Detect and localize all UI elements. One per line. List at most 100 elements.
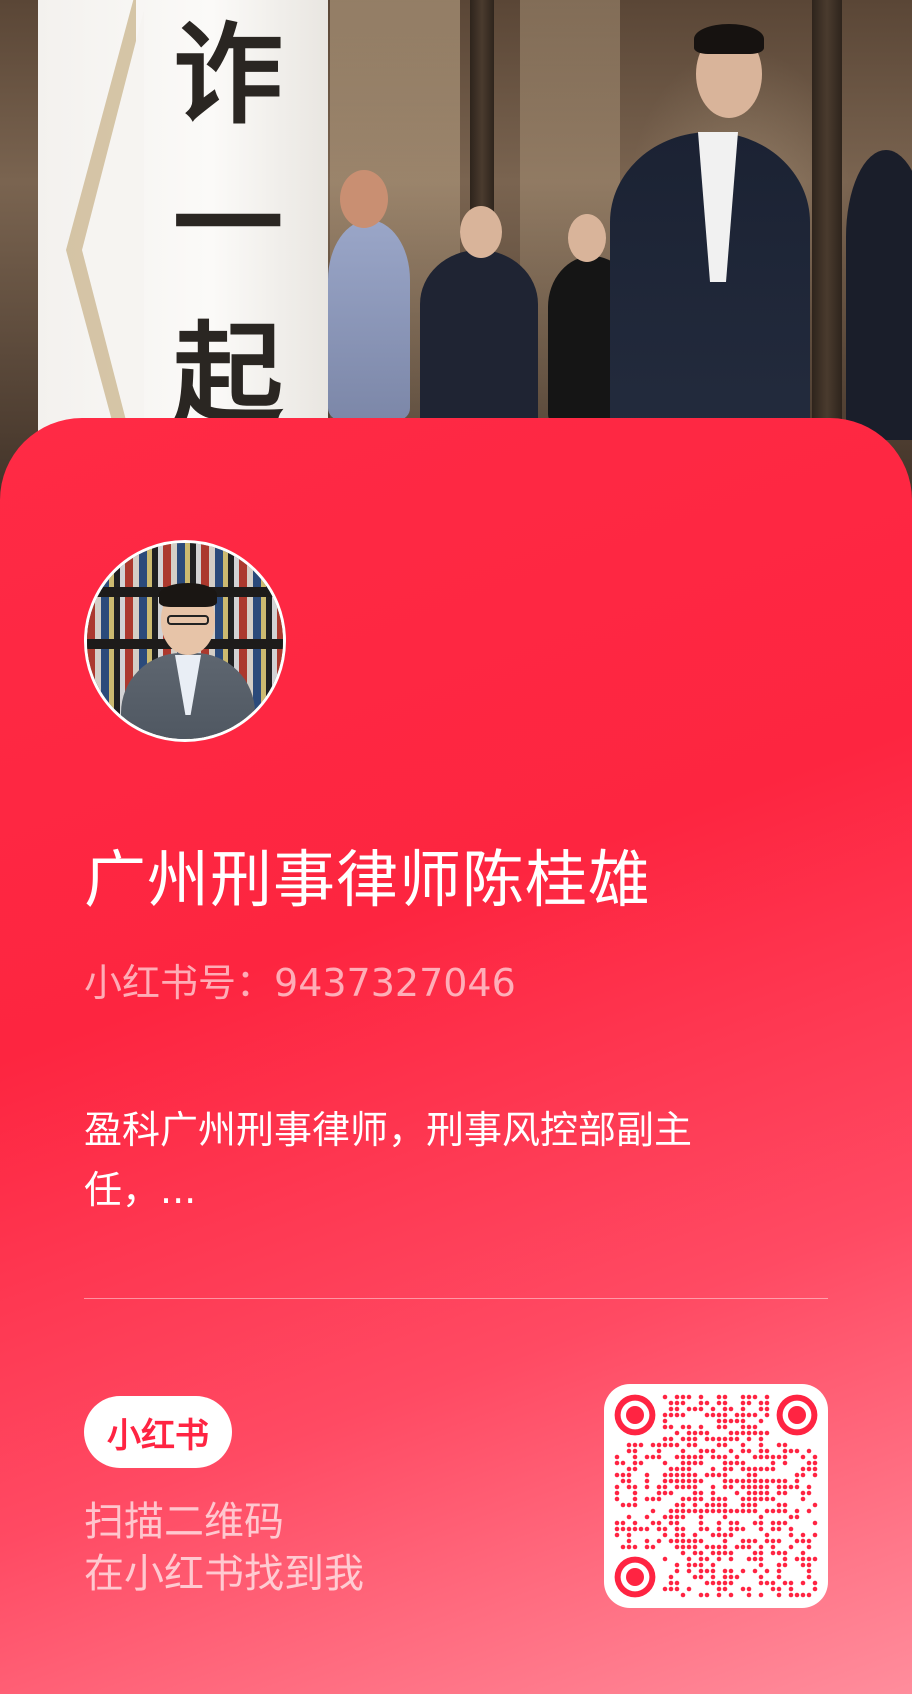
qr-dot — [686, 1496, 692, 1502]
qr-dot — [728, 1550, 734, 1556]
qr-dot — [734, 1460, 740, 1466]
qr-dot — [716, 1472, 722, 1478]
qr-dot — [686, 1472, 692, 1478]
qr-dot — [746, 1538, 752, 1544]
qr-dot — [686, 1478, 692, 1484]
qr-dot — [692, 1544, 698, 1550]
qr-dot — [632, 1460, 638, 1466]
qr-dot — [722, 1400, 728, 1406]
qr-dot — [788, 1592, 794, 1598]
qr-dot — [632, 1484, 638, 1490]
qr-dot — [800, 1532, 806, 1538]
qr-dot — [698, 1556, 704, 1562]
qr-dot — [800, 1550, 806, 1556]
qr-dot — [734, 1490, 740, 1496]
qr-dot — [758, 1550, 764, 1556]
qr-dot — [764, 1532, 770, 1538]
qr-dot — [668, 1538, 674, 1544]
qr-dot — [692, 1484, 698, 1490]
qr-dot — [614, 1460, 620, 1466]
qr-dot — [782, 1478, 788, 1484]
qr-dot — [674, 1580, 680, 1586]
qr-code-graphic — [614, 1394, 818, 1598]
qr-dot — [680, 1526, 686, 1532]
qr-dot — [704, 1568, 710, 1574]
qr-dot — [812, 1466, 818, 1472]
qr-dot — [698, 1592, 704, 1598]
qr-dot — [758, 1514, 764, 1520]
qr-dot — [704, 1580, 710, 1586]
qr-dot — [776, 1508, 782, 1514]
qr-dot — [806, 1466, 812, 1472]
qr-dot — [728, 1484, 734, 1490]
qr-dot — [626, 1532, 632, 1538]
qr-dot — [710, 1412, 716, 1418]
qr-dot — [782, 1502, 788, 1508]
qr-dot — [728, 1592, 734, 1598]
qr-dot — [728, 1466, 734, 1472]
qr-dot — [806, 1592, 812, 1598]
qr-dot — [644, 1484, 650, 1490]
qr-dot — [746, 1412, 752, 1418]
qr-dot — [758, 1496, 764, 1502]
qr-dot — [758, 1430, 764, 1436]
qr-dot — [644, 1496, 650, 1502]
qr-dot — [716, 1544, 722, 1550]
qr-dot — [722, 1568, 728, 1574]
qr-dot — [800, 1490, 806, 1496]
qr-dot — [698, 1538, 704, 1544]
profile-avatar[interactable] — [84, 540, 286, 742]
qr-dot — [668, 1574, 674, 1580]
qr-dot — [806, 1574, 812, 1580]
qr-dot — [626, 1466, 632, 1472]
qr-dot — [746, 1400, 752, 1406]
qr-dot — [764, 1454, 770, 1460]
qr-dot — [614, 1490, 620, 1496]
qr-dot — [764, 1508, 770, 1514]
qr-dot — [734, 1520, 740, 1526]
qr-dot — [680, 1544, 686, 1550]
qr-dot — [758, 1400, 764, 1406]
qr-dot — [716, 1508, 722, 1514]
qr-dot — [662, 1394, 668, 1400]
qr-dot — [746, 1484, 752, 1490]
qr-dot — [770, 1580, 776, 1586]
qr-dot — [698, 1490, 704, 1496]
qr-dot — [674, 1586, 680, 1592]
qr-dot — [788, 1586, 794, 1592]
qr-dot — [662, 1514, 668, 1520]
qr-dot — [722, 1538, 728, 1544]
qr-dot — [782, 1448, 788, 1454]
qr-dot — [656, 1484, 662, 1490]
qr-dot — [692, 1454, 698, 1460]
qr-dot — [704, 1412, 710, 1418]
qr-dot — [716, 1526, 722, 1532]
qr-dot — [626, 1514, 632, 1520]
qr-dot — [722, 1418, 728, 1424]
qr-dot — [788, 1448, 794, 1454]
scan-instruction-line1: 扫描二维码 — [84, 1499, 284, 1545]
qr-dot — [728, 1568, 734, 1574]
qr-dot — [662, 1490, 668, 1496]
qr-code-icon[interactable] — [604, 1384, 828, 1608]
qr-dot — [698, 1394, 704, 1400]
qr-dot — [746, 1394, 752, 1400]
qr-dot — [740, 1586, 746, 1592]
qr-dot — [794, 1538, 800, 1544]
qr-dot — [668, 1586, 674, 1592]
qr-dot — [710, 1574, 716, 1580]
qr-dot — [662, 1526, 668, 1532]
qr-dot — [770, 1544, 776, 1550]
qr-dot — [752, 1502, 758, 1508]
qr-dot — [740, 1484, 746, 1490]
qr-dot — [770, 1538, 776, 1544]
qr-dot — [674, 1442, 680, 1448]
qr-dot — [758, 1520, 764, 1526]
qr-dot — [758, 1562, 764, 1568]
qr-dot — [680, 1454, 686, 1460]
qr-dot — [674, 1502, 680, 1508]
qr-dot — [686, 1430, 692, 1436]
qr-dot — [656, 1442, 662, 1448]
qr-dot — [782, 1580, 788, 1586]
qr-dot — [680, 1496, 686, 1502]
